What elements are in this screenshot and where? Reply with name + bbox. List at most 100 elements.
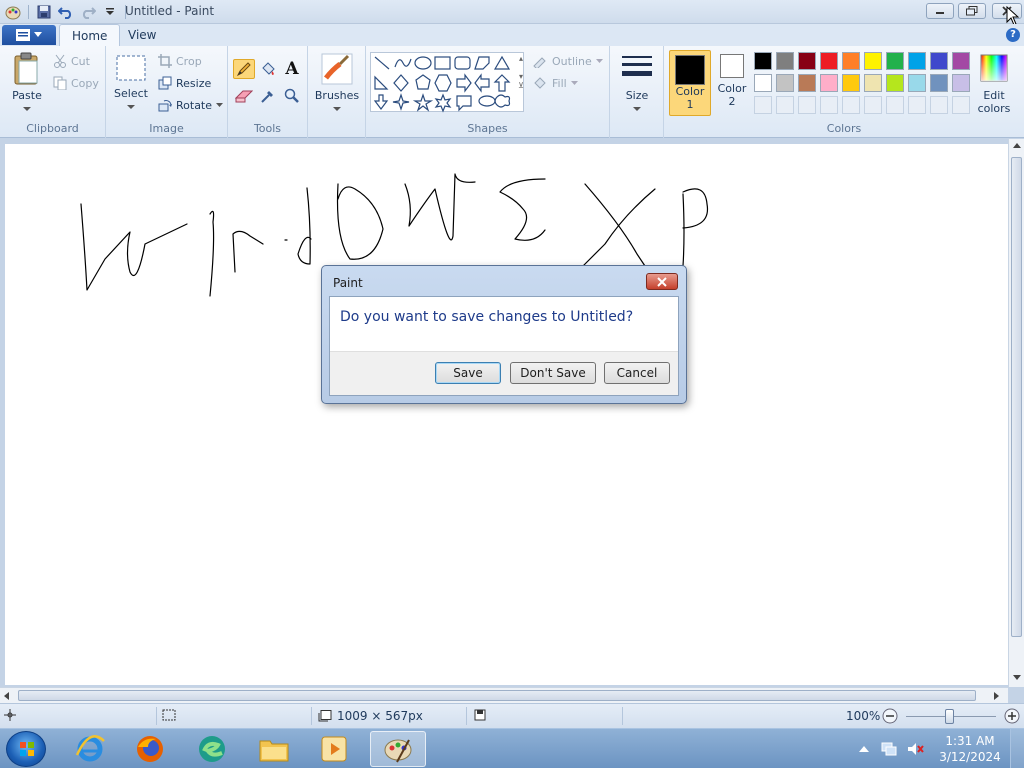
palette-custom-slot[interactable] [776,96,794,114]
tab-view[interactable]: View [116,24,168,46]
dont-save-button[interactable]: Don't Save [510,362,596,384]
crop-button[interactable]: Crop [158,52,202,70]
zoom-in-button[interactable] [1004,708,1020,724]
save-icon[interactable] [35,3,53,21]
clock[interactable]: 1:31 AM 3/12/2024 [930,733,1010,765]
brushes-group: Brushes [308,46,366,138]
palette-swatch[interactable] [842,74,860,92]
vertical-scroll-thumb[interactable] [1011,157,1022,637]
palette-swatch[interactable] [864,74,882,92]
cursor-position [4,709,16,721]
resize-label: Resize [176,76,212,90]
shapes-scroll[interactable]: ▴ ▾ ⊻ [516,54,526,110]
copy-button[interactable]: Copy [53,74,99,92]
help-icon[interactable]: ? [1006,28,1020,42]
undo-icon[interactable] [57,3,75,21]
size-button[interactable]: Size [616,52,658,115]
palette-swatch[interactable] [886,52,904,70]
restore-button[interactable] [958,3,986,19]
palette-swatch[interactable] [820,74,838,92]
volume-muted-icon[interactable] [906,741,924,757]
taskbar-internet-explorer[interactable] [62,731,118,767]
paint-app-icon[interactable] [4,3,22,21]
taskbar-paint[interactable] [370,731,426,767]
magnifier-tool[interactable] [281,86,303,106]
eraser-tool[interactable] [233,86,255,106]
minimize-button[interactable] [926,3,954,19]
outline-button[interactable]: Outline [532,52,603,70]
start-button[interactable] [6,731,46,767]
palette-swatch[interactable] [908,74,926,92]
palette-swatch[interactable] [754,74,772,92]
show-hidden-icons-icon[interactable] [858,744,870,754]
palette-swatch[interactable] [886,74,904,92]
fill-label: Fill [552,76,567,90]
taskbar-media-player[interactable] [306,731,362,767]
scroll-up-icon[interactable] [1013,143,1021,149]
palette-swatch[interactable] [754,52,772,70]
magnifier-icon [284,88,299,103]
vertical-scrollbar[interactable] [1008,139,1024,687]
network-icon[interactable] [880,741,898,757]
selection-size [162,709,176,721]
palette-custom-slot[interactable] [820,96,838,114]
drawing-canvas[interactable] [5,144,1008,685]
horizontal-scroll-thumb[interactable] [18,690,976,701]
palette-custom-slot[interactable] [930,96,948,114]
taskbar-firefox[interactable] [122,731,178,767]
zoom-out-button[interactable] [882,708,898,724]
color-picker-tool[interactable] [257,86,279,106]
taskbar-edge[interactable] [184,731,240,767]
cancel-button[interactable]: Cancel [604,362,670,384]
scroll-down-icon[interactable] [1013,675,1021,681]
select-button[interactable]: Select [112,54,150,113]
redo-icon[interactable] [79,3,97,21]
palette-swatch[interactable] [930,52,948,70]
zoom-slider-thumb[interactable] [945,709,954,724]
palette-swatch[interactable] [820,52,838,70]
brushes-button[interactable]: Brushes [313,52,361,115]
scroll-right-icon[interactable] [994,692,1000,700]
palette-custom-slot[interactable] [908,96,926,114]
palette-swatch[interactable] [952,74,970,92]
fill-button[interactable]: Fill [532,74,578,92]
palette-swatch[interactable] [776,52,794,70]
dialog-close-button[interactable] [646,273,678,290]
palette-swatch[interactable] [952,52,970,70]
paint-menu-button[interactable] [2,25,56,45]
palette-swatch[interactable] [930,74,948,92]
text-tool[interactable]: A [281,59,303,79]
paste-button[interactable]: Paste [8,52,46,115]
palette-swatch[interactable] [776,74,794,92]
edit-colors-button[interactable]: Edit colors [974,54,1014,115]
select-icon [116,55,146,81]
palette-swatch[interactable] [798,74,816,92]
show-desktop-button[interactable] [1010,729,1024,768]
palette-custom-slot[interactable] [798,96,816,114]
tab-home[interactable]: Home [59,24,121,46]
fill-tool[interactable] [257,59,279,79]
color1-button[interactable]: Color 1 [669,50,711,116]
pencil-icon [236,62,251,77]
palette-swatch[interactable] [842,52,860,70]
scroll-left-icon[interactable] [4,692,10,700]
palette-swatch[interactable] [864,52,882,70]
color2-button[interactable]: Color 2 [714,54,750,108]
rotate-button[interactable]: Rotate [158,96,224,114]
shapes-gallery[interactable] [370,52,524,113]
resize-button[interactable]: Resize [158,74,211,92]
customize-qat-icon[interactable] [101,3,119,21]
palette-custom-slot[interactable] [886,96,904,114]
taskbar-file-explorer[interactable] [246,731,302,767]
pencil-tool[interactable] [233,59,255,79]
palette-swatch[interactable] [908,52,926,70]
palette-custom-slot[interactable] [864,96,882,114]
palette-custom-slot[interactable] [952,96,970,114]
palette-custom-slot[interactable] [842,96,860,114]
cut-button[interactable]: Cut [53,52,90,70]
eyedropper-icon [261,91,273,103]
palette-custom-slot[interactable] [754,96,772,114]
palette-swatch[interactable] [798,52,816,70]
save-button[interactable]: Save [435,362,501,384]
horizontal-scrollbar[interactable] [0,687,1008,703]
